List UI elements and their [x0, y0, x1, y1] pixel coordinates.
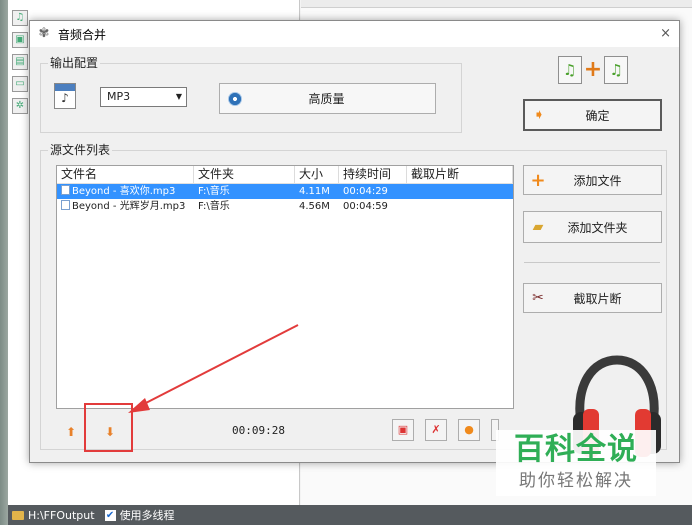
quality-icon [228, 91, 242, 106]
format-select[interactable]: MP3 ▼ [100, 87, 187, 107]
music-file-icon: ♫ [604, 56, 629, 84]
source-file-table[interactable]: 文件名 文件夹 大小 持续时间 截取片断 Beyond - 喜欢你.mp3 F:… [56, 165, 514, 409]
status-bar: H:\FFOutput ✔ 使用多线程 [8, 505, 692, 525]
file-name: Beyond - 光辉岁月.mp3 [72, 201, 186, 212]
table-row[interactable]: Beyond - 喜欢你.mp3 F:\音乐 4.11M 00:04:29 [57, 184, 513, 199]
dialog-titlebar[interactable]: ✾ 音频合并 × [30, 21, 679, 47]
quality-label: 高质量 [308, 92, 345, 106]
column-header-duration[interactable]: 持续时间 [339, 166, 407, 183]
disc-drive-icon[interactable]: ▭ [12, 76, 28, 92]
total-duration: 00:09:28 [232, 424, 285, 437]
chevron-down-icon: ▼ [175, 92, 182, 101]
file-folder: F:\音乐 [198, 201, 230, 212]
image-icon[interactable]: ▣ [12, 32, 28, 48]
clear-list-icon: ▣ [397, 423, 409, 436]
dialog-title: 音频合并 [58, 27, 107, 42]
file-clip [407, 199, 513, 214]
clip-segment-button[interactable]: ✂ 截取片断 [523, 283, 662, 313]
plus-icon: + [530, 169, 546, 191]
add-folder-button[interactable]: ▰ 添加文件夹 [523, 211, 662, 243]
output-path[interactable]: H:\FFOutput [28, 509, 95, 522]
file-size: 4.56M [299, 201, 330, 212]
audio-format-icon: ♪ [54, 83, 76, 109]
add-folder-icon: ▰ [532, 219, 544, 235]
merge-audio-icon: ♫ + ♫ [554, 55, 632, 85]
play-button[interactable]: ● [458, 419, 480, 441]
output-config-label: 输出配置 [48, 54, 101, 71]
format-select-value: MP3 [107, 90, 131, 103]
music-file-icon: ♫ [557, 56, 582, 84]
source-files-label: 源文件列表 [48, 141, 113, 158]
quality-button[interactable]: 高质量 [219, 83, 436, 114]
audio-merge-app-icon: ✾ [38, 26, 50, 41]
clear-list-button[interactable]: ▣ [392, 419, 414, 441]
confirm-label: 确定 [585, 108, 610, 123]
confirm-button[interactable]: ➧ 确定 [523, 99, 662, 131]
close-icon[interactable]: × [660, 26, 671, 41]
file-clip [407, 184, 513, 199]
divider [524, 262, 660, 263]
remove-file-button[interactable]: ✗ [425, 419, 447, 441]
audio-merge-dialog: ✾ 音频合并 × 输出配置 ♪ MP3 ▼ 高质量 ♫ + ♫ ➧ 确定 源文件… [29, 20, 680, 463]
file-duration: 00:04:29 [343, 186, 388, 197]
document-icon[interactable]: ▤ [12, 54, 28, 70]
file-name: Beyond - 喜欢你.mp3 [72, 186, 176, 197]
watermark-title: 百科全说 [514, 432, 638, 467]
column-header-name[interactable]: 文件名 [57, 166, 194, 183]
remove-file-icon: ✗ [431, 423, 441, 436]
table-row[interactable]: Beyond - 光辉岁月.mp3 F:\音乐 4.56M 00:04:59 [57, 199, 513, 214]
folder-icon [12, 510, 24, 520]
annotation-highlight-box [84, 403, 133, 452]
multithread-label: 使用多线程 [119, 509, 175, 522]
plus-icon: + [583, 57, 603, 82]
column-header-size[interactable]: 大小 [295, 166, 339, 183]
column-header-clip[interactable]: 截取片断 [407, 166, 513, 183]
film-cut-icon: ✂ [532, 290, 544, 306]
add-folder-label: 添加文件夹 [567, 220, 628, 235]
file-size: 4.11M [299, 186, 330, 197]
clip-segment-label: 截取片断 [573, 291, 622, 306]
file-folder: F:\音乐 [198, 186, 230, 197]
add-file-button[interactable]: + 添加文件 [523, 165, 662, 195]
audio-file-icon [61, 185, 70, 195]
move-up-icon[interactable]: ⬆ [66, 425, 76, 439]
watermark-subtitle: 助你轻松解决 [519, 471, 633, 491]
play-icon: ● [464, 423, 474, 436]
music-icon[interactable]: ♫ [12, 10, 28, 26]
audio-file-icon [61, 200, 70, 210]
gear-icon[interactable]: ✲ [12, 98, 28, 114]
table-header: 文件名 文件夹 大小 持续时间 截取片断 [57, 166, 513, 184]
arrow-right-icon: ➧ [533, 107, 545, 123]
background-table-header [301, 0, 692, 8]
column-header-folder[interactable]: 文件夹 [194, 166, 295, 183]
watermark: 百科全说 助你轻松解决 [496, 430, 656, 496]
file-duration: 00:04:59 [343, 201, 388, 212]
add-file-label: 添加文件 [573, 173, 622, 188]
multithread-checkbox[interactable]: ✔ [104, 509, 116, 521]
